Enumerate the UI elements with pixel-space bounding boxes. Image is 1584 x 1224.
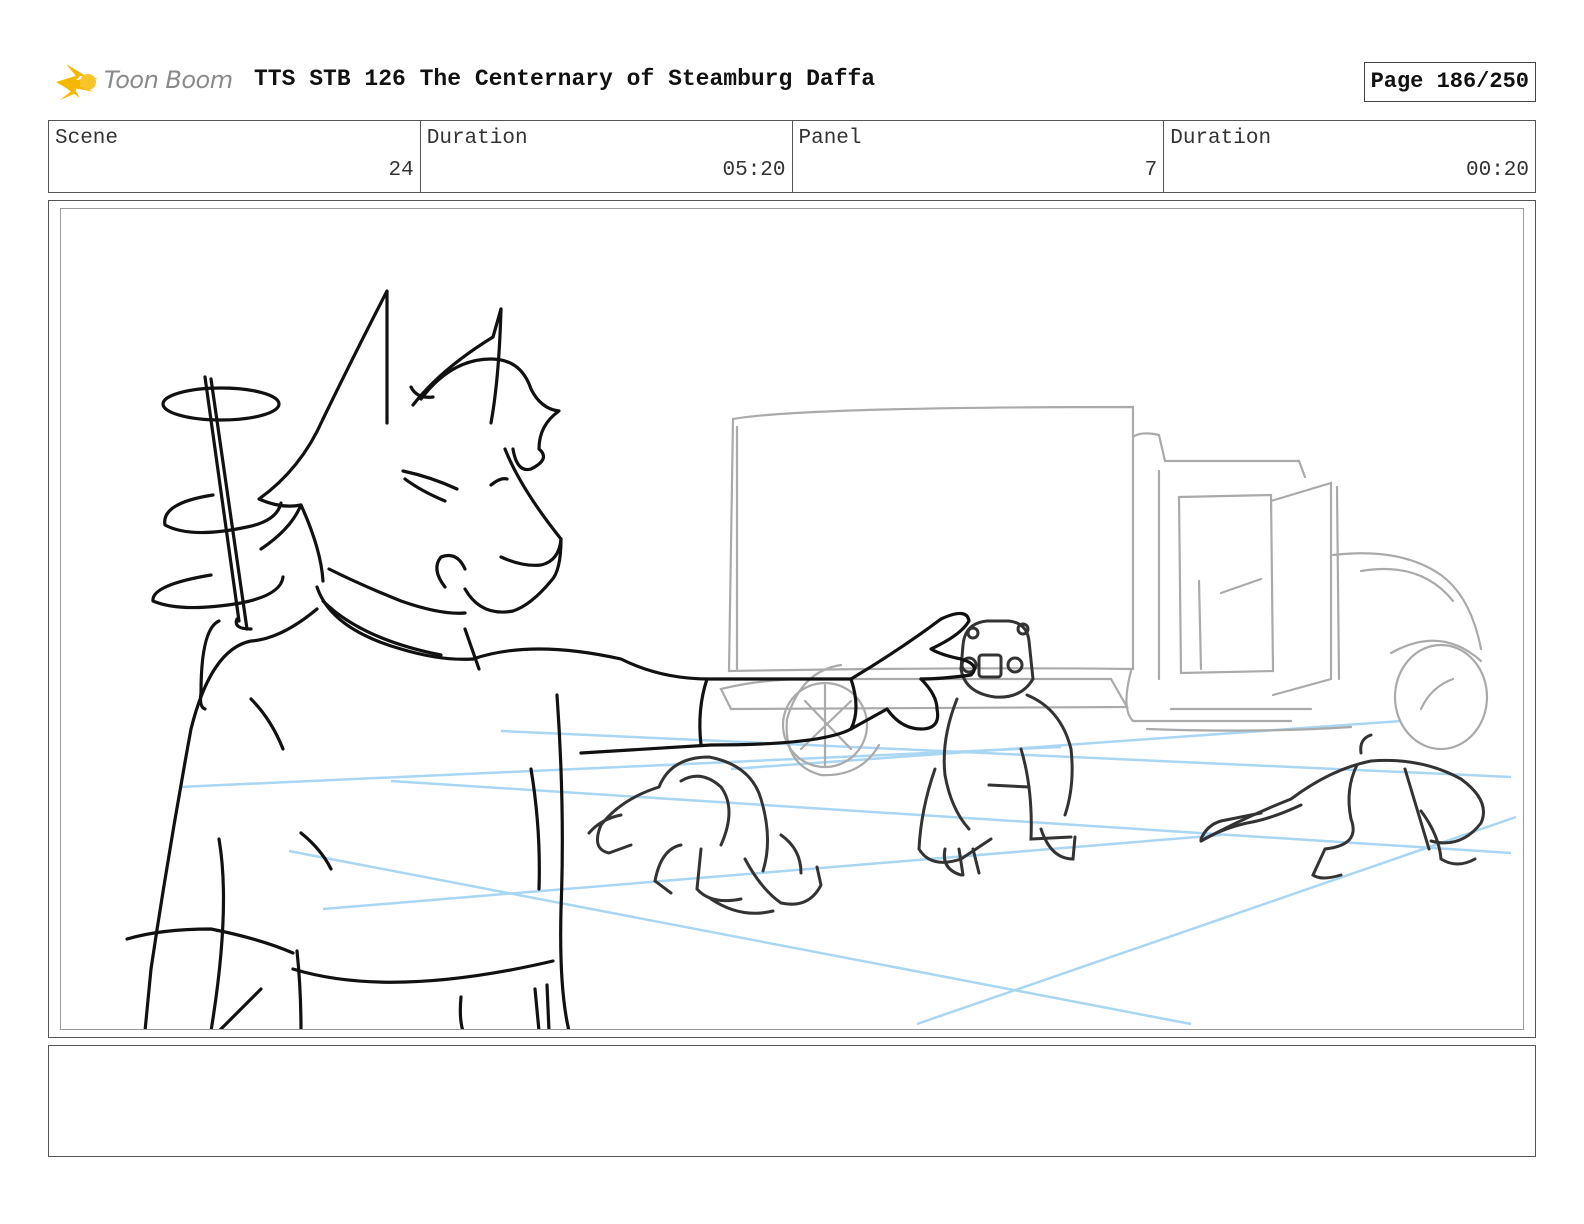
crouching-figure-left — [587, 755, 823, 915]
scene-cell: Scene 24 — [49, 121, 420, 192]
panel-value: 7 — [1144, 159, 1158, 182]
wolf-character — [125, 289, 976, 1029]
toon-boom-logo: Toon Boom — [52, 54, 242, 106]
page-header: Toon Boom TTS STB 126 The Centernary of … — [48, 52, 1536, 108]
panel-image — [60, 208, 1524, 1030]
scene-duration-value: 05:20 — [722, 159, 786, 182]
panel-duration-cell: Duration 00:20 — [1163, 121, 1535, 192]
scene-value: 24 — [388, 159, 414, 182]
panel-cell: Panel 7 — [791, 121, 1164, 192]
storyboard-sketch — [125, 289, 1517, 1029]
panel-notes-box — [48, 1045, 1536, 1157]
scene-duration-label: Duration — [426, 127, 528, 150]
scene-duration-cell: Duration 05:20 — [419, 121, 792, 192]
storyboard-panel — [48, 200, 1536, 1038]
panel-info-table: Scene 24 Duration 05:20 Panel 7 Duration… — [48, 120, 1536, 193]
panel-label: Panel — [798, 127, 862, 150]
page-number: Page 186/250 — [1363, 62, 1536, 102]
truck-sketch — [719, 405, 1489, 777]
document-title: TTS STB 126 The Centernary of Steamburg … — [254, 66, 876, 92]
prone-figure-right — [1199, 733, 1485, 880]
panel-duration-value: 00:20 — [1465, 159, 1529, 182]
logo-text: Toon Boom — [104, 66, 233, 94]
flame-icon — [56, 64, 98, 100]
panel-duration-label: Duration — [1170, 127, 1272, 150]
scene-label: Scene — [55, 127, 119, 150]
